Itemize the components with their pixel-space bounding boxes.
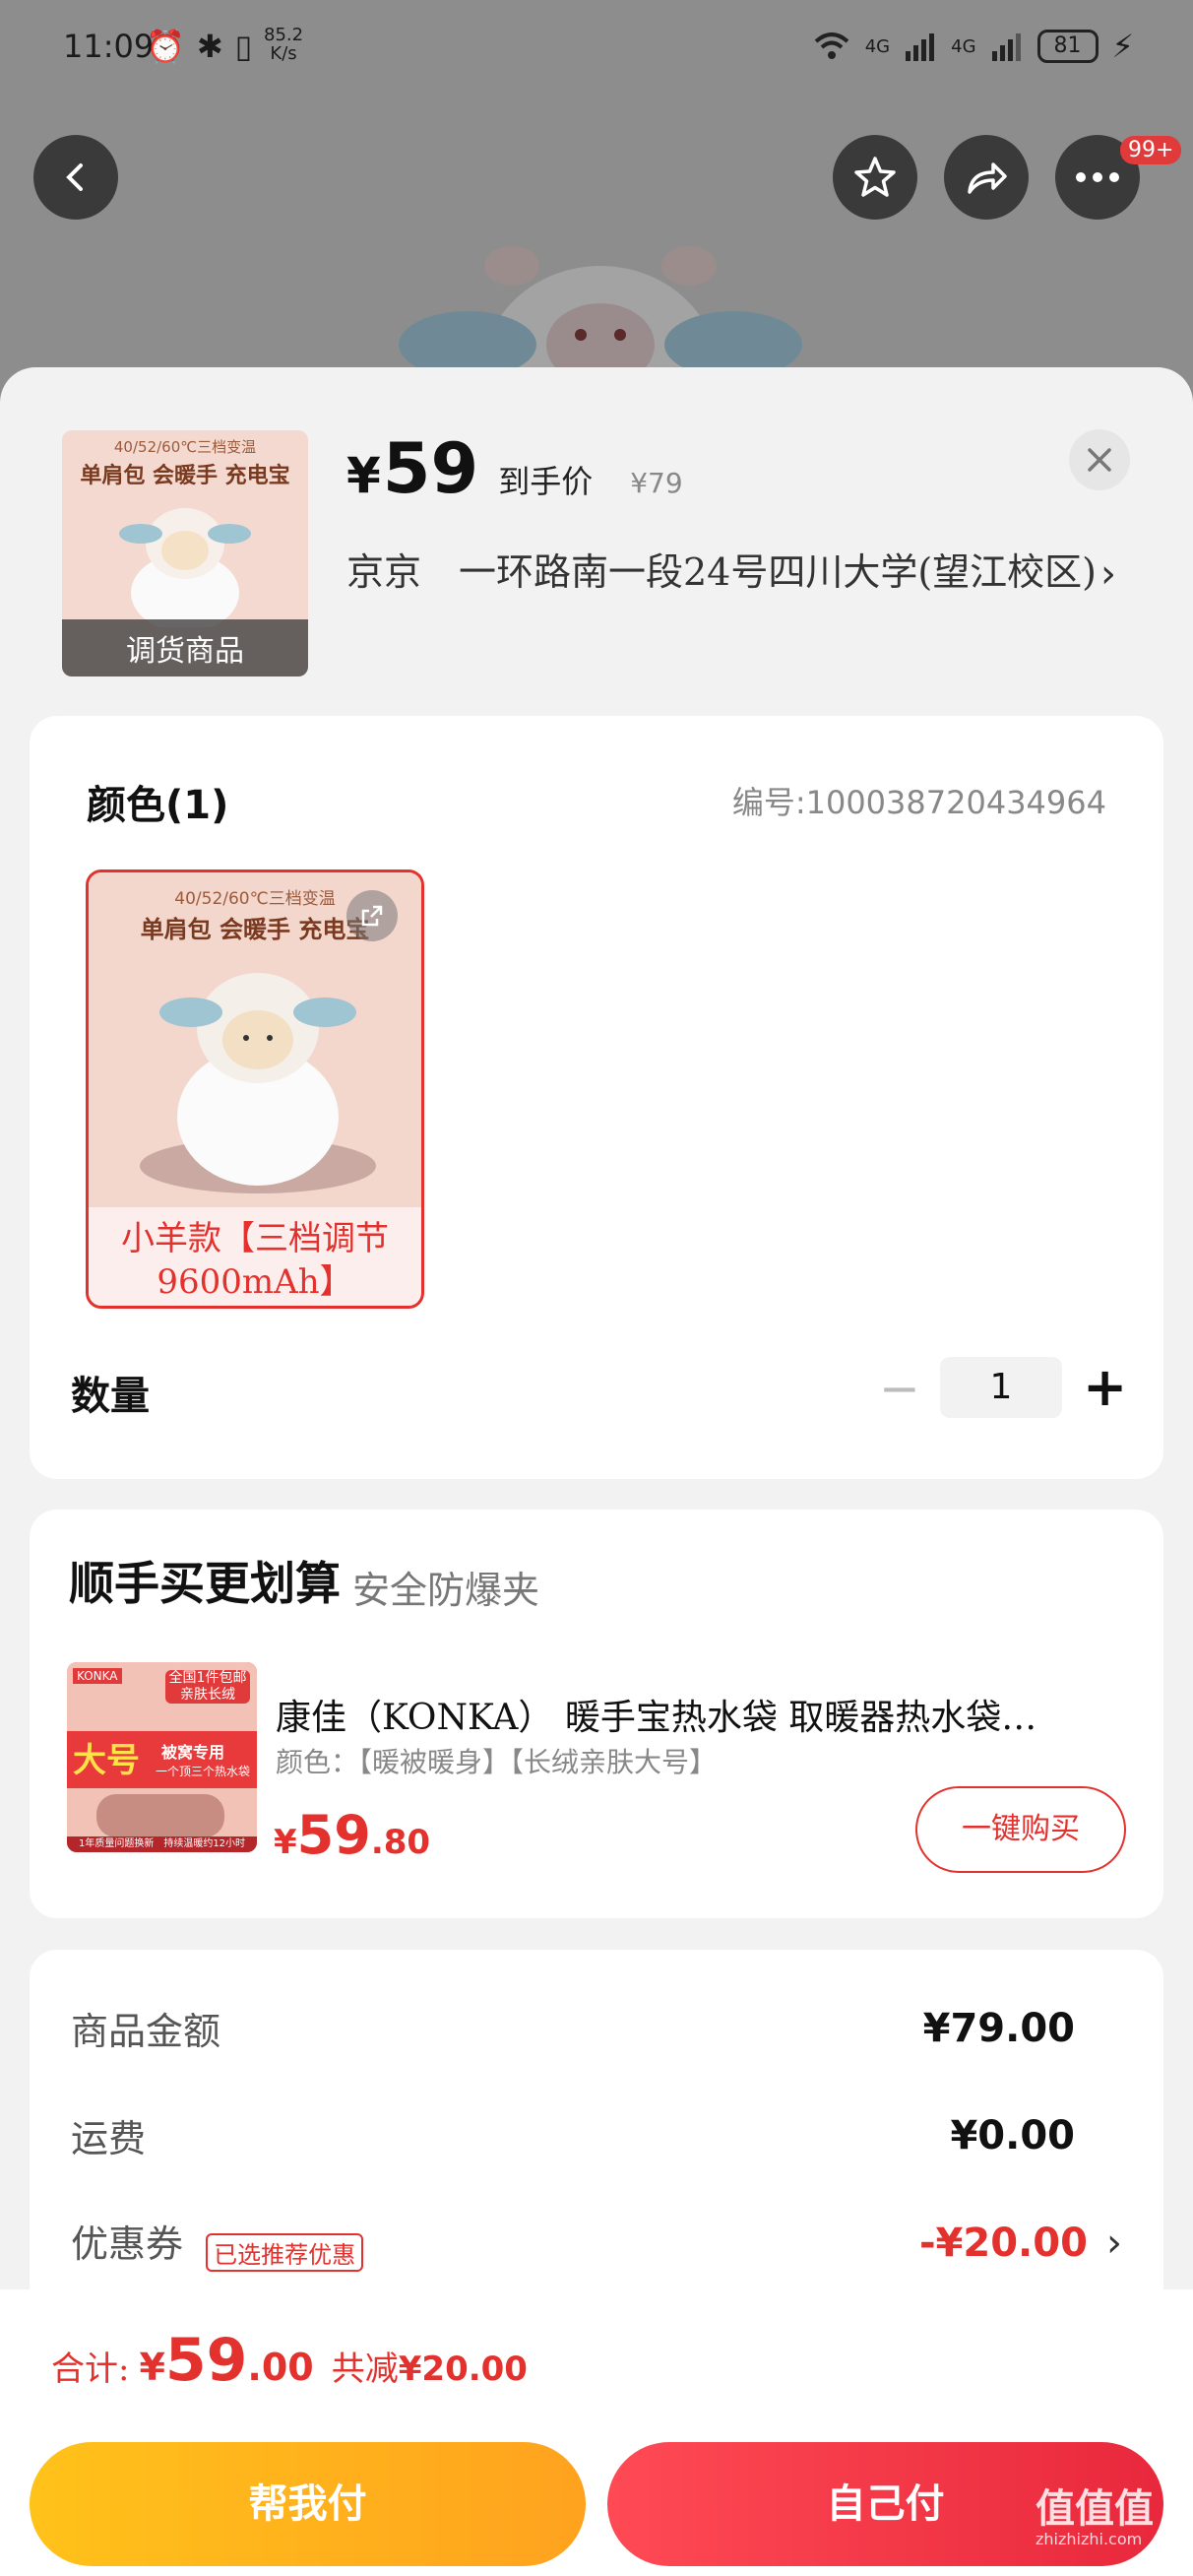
share-icon: [968, 162, 1007, 194]
network-speed-value: 85.2: [264, 25, 304, 45]
signal-icon-1: [906, 33, 935, 61]
variant-image: 40/52/60℃三档变温 单肩包 会暖手 充电宝: [89, 872, 421, 1207]
price-label: 到手价: [498, 463, 594, 500]
help-pay-button[interactable]: 帮我付: [30, 2442, 586, 2566]
variant-toy-image: [140, 973, 376, 1193]
rec-img-small: 一个顶三个热水袋: [156, 1765, 251, 1778]
coupon-row[interactable]: 优惠券 已选推荐优惠 -¥20.00 ›: [71, 2214, 1122, 2272]
quantity-increase-button[interactable]: +: [1083, 1357, 1127, 1418]
goods-amount-row: 商品金额 ¥79.00: [71, 2001, 1075, 2055]
expand-icon: [361, 905, 383, 927]
thumbnail-banner: 调货商品: [62, 619, 308, 676]
thumbnail-temp-text: 40/52/60℃三档变温: [113, 438, 257, 456]
quantity-decrease-button[interactable]: −: [879, 1364, 920, 1413]
watermark-logo: 值值值 zhizhizhi.com: [1036, 2487, 1154, 2548]
rec-img-bag: [96, 1794, 224, 1837]
total-dec: .00: [247, 2346, 314, 2389]
goods-amount-label: 商品金额: [71, 2010, 221, 2053]
one-click-buy-button[interactable]: 一键购买: [915, 1786, 1126, 1873]
price-symbol: ¥: [346, 447, 381, 504]
star-icon: [854, 157, 896, 197]
chevron-left-icon: [66, 163, 83, 191]
product-thumbnail[interactable]: 40/52/60℃三档变温 单肩包 会暖手 充电宝 调货商品: [62, 430, 308, 676]
rec-img-bottom: 1年质量问题换新 持续温暖约12小时: [67, 1836, 257, 1852]
total-saved: 共减¥20.00: [332, 2342, 528, 2390]
network-4g-1: 4G: [864, 35, 891, 57]
expand-image-button[interactable]: [346, 890, 398, 941]
network-4g-2: 4G: [951, 35, 976, 57]
thumbnail-toy-image: [119, 508, 251, 627]
rec-img-big: 大号: [73, 1741, 140, 1780]
sku-number: 编号:100038720434964: [731, 784, 1106, 821]
shipping-label: 运费: [71, 2117, 147, 2160]
color-section-title: 颜色(1): [87, 783, 229, 828]
brand-logo: KONKA: [73, 1668, 122, 1684]
more-dots-icon: [1076, 172, 1119, 182]
back-button[interactable]: [33, 135, 118, 220]
notification-badge: 99+: [1120, 136, 1182, 164]
recommended-product-spec: 颜色：【暖被暖身】【长绒亲肤大号】: [276, 1746, 718, 1778]
shipping-row: 运费 ¥0.00: [71, 2108, 1075, 2162]
status-right-icons: 4G 4G 81 ⚡: [812, 28, 1134, 65]
saved-value: ¥20.00: [398, 2350, 528, 2389]
battery-indicator: 81: [1036, 30, 1099, 63]
recommended-product-image[interactable]: KONKA 全国1件包邮 亲肤长绒 大号 被窝专用 一个顶三个热水袋 1年质量问…: [67, 1662, 257, 1852]
close-button[interactable]: [1069, 429, 1130, 490]
recommended-product-price: ¥ 59 .80: [274, 1804, 430, 1866]
bluetooth-icon: ✱: [196, 28, 223, 65]
status-bar: 11:09 ⏰ ✱ ▯ 85.2 K/s 4G 4G 81 ⚡: [0, 0, 1193, 94]
total-summary: 合计: ¥ 59 .00 共减¥20.00: [51, 2326, 528, 2395]
vibrate-icon: ▯: [234, 28, 253, 65]
wifi-icon: [814, 32, 849, 59]
goods-amount-value: ¥79.00: [922, 2005, 1075, 2051]
coupon-value: -¥20.00: [918, 2220, 1088, 2266]
close-icon: [1088, 448, 1111, 472]
total-int: 59: [164, 2326, 248, 2395]
rec-img-big-sub: 被窝专用: [161, 1743, 225, 1762]
coupon-tag: 已选推荐优惠: [206, 2233, 364, 2272]
rec-img-badge: 全国1件包邮 亲肤长绒: [165, 1670, 250, 1704]
favorite-button[interactable]: [833, 135, 917, 220]
watermark-text: 值值值: [1036, 2486, 1154, 2532]
rec-price-symbol: ¥: [274, 1823, 297, 1862]
status-icons: ⏰ ✱ ▯: [146, 28, 252, 65]
alarm-icon: ⏰: [146, 28, 185, 65]
delivery-address[interactable]: 京京 一环路南一段24号四川大学(望江校区): [346, 547, 1124, 598]
recommendation-subtitle: 安全防爆夹: [352, 1569, 540, 1612]
status-time: 11:09: [63, 28, 155, 65]
total-label: 合计:: [51, 2350, 130, 2389]
network-speed-unit: K/s: [270, 43, 297, 64]
watermark-url: zhizhizhi.com: [1036, 2530, 1143, 2548]
saved-label: 共减: [331, 2350, 399, 2389]
quantity-label: 数量: [71, 1374, 150, 1419]
signal-icon-2: [991, 33, 1021, 61]
recommended-product-name[interactable]: 康佳（KONKA） 暖手宝热水袋 取暖器热水袋…: [276, 1689, 1112, 1740]
charging-icon: ⚡: [1111, 28, 1134, 65]
rec-price-int: 59: [296, 1804, 371, 1866]
thumbnail-tagline: 单肩包 会暖手 充电宝: [80, 464, 290, 488]
share-button[interactable]: [944, 135, 1029, 220]
recommendation-title: 顺手买更划算: [69, 1557, 341, 1610]
total-symbol: ¥: [139, 2346, 165, 2389]
color-option-selected[interactable]: 40/52/60℃三档变温 单肩包 会暖手 充电宝 小羊款【三档调节9600mA…: [86, 869, 424, 1309]
rec-price-dec: .80: [370, 1823, 431, 1862]
chevron-right-icon: ›: [1106, 2220, 1122, 2266]
original-price: ¥79: [630, 467, 683, 499]
chevron-right-icon[interactable]: ›: [1100, 551, 1116, 597]
coupon-label: 优惠券: [71, 2222, 184, 2266]
shipping-value: ¥0.00: [950, 2112, 1075, 2158]
quantity-input[interactable]: 1: [940, 1357, 1062, 1418]
variant-label: 小羊款【三档调节9600mAh】: [121, 1219, 389, 1302]
price-value: 59: [382, 428, 479, 509]
network-speed: 85.2 K/s: [264, 26, 303, 63]
price-row: ¥ 59 到手价 ¥79: [346, 428, 683, 509]
